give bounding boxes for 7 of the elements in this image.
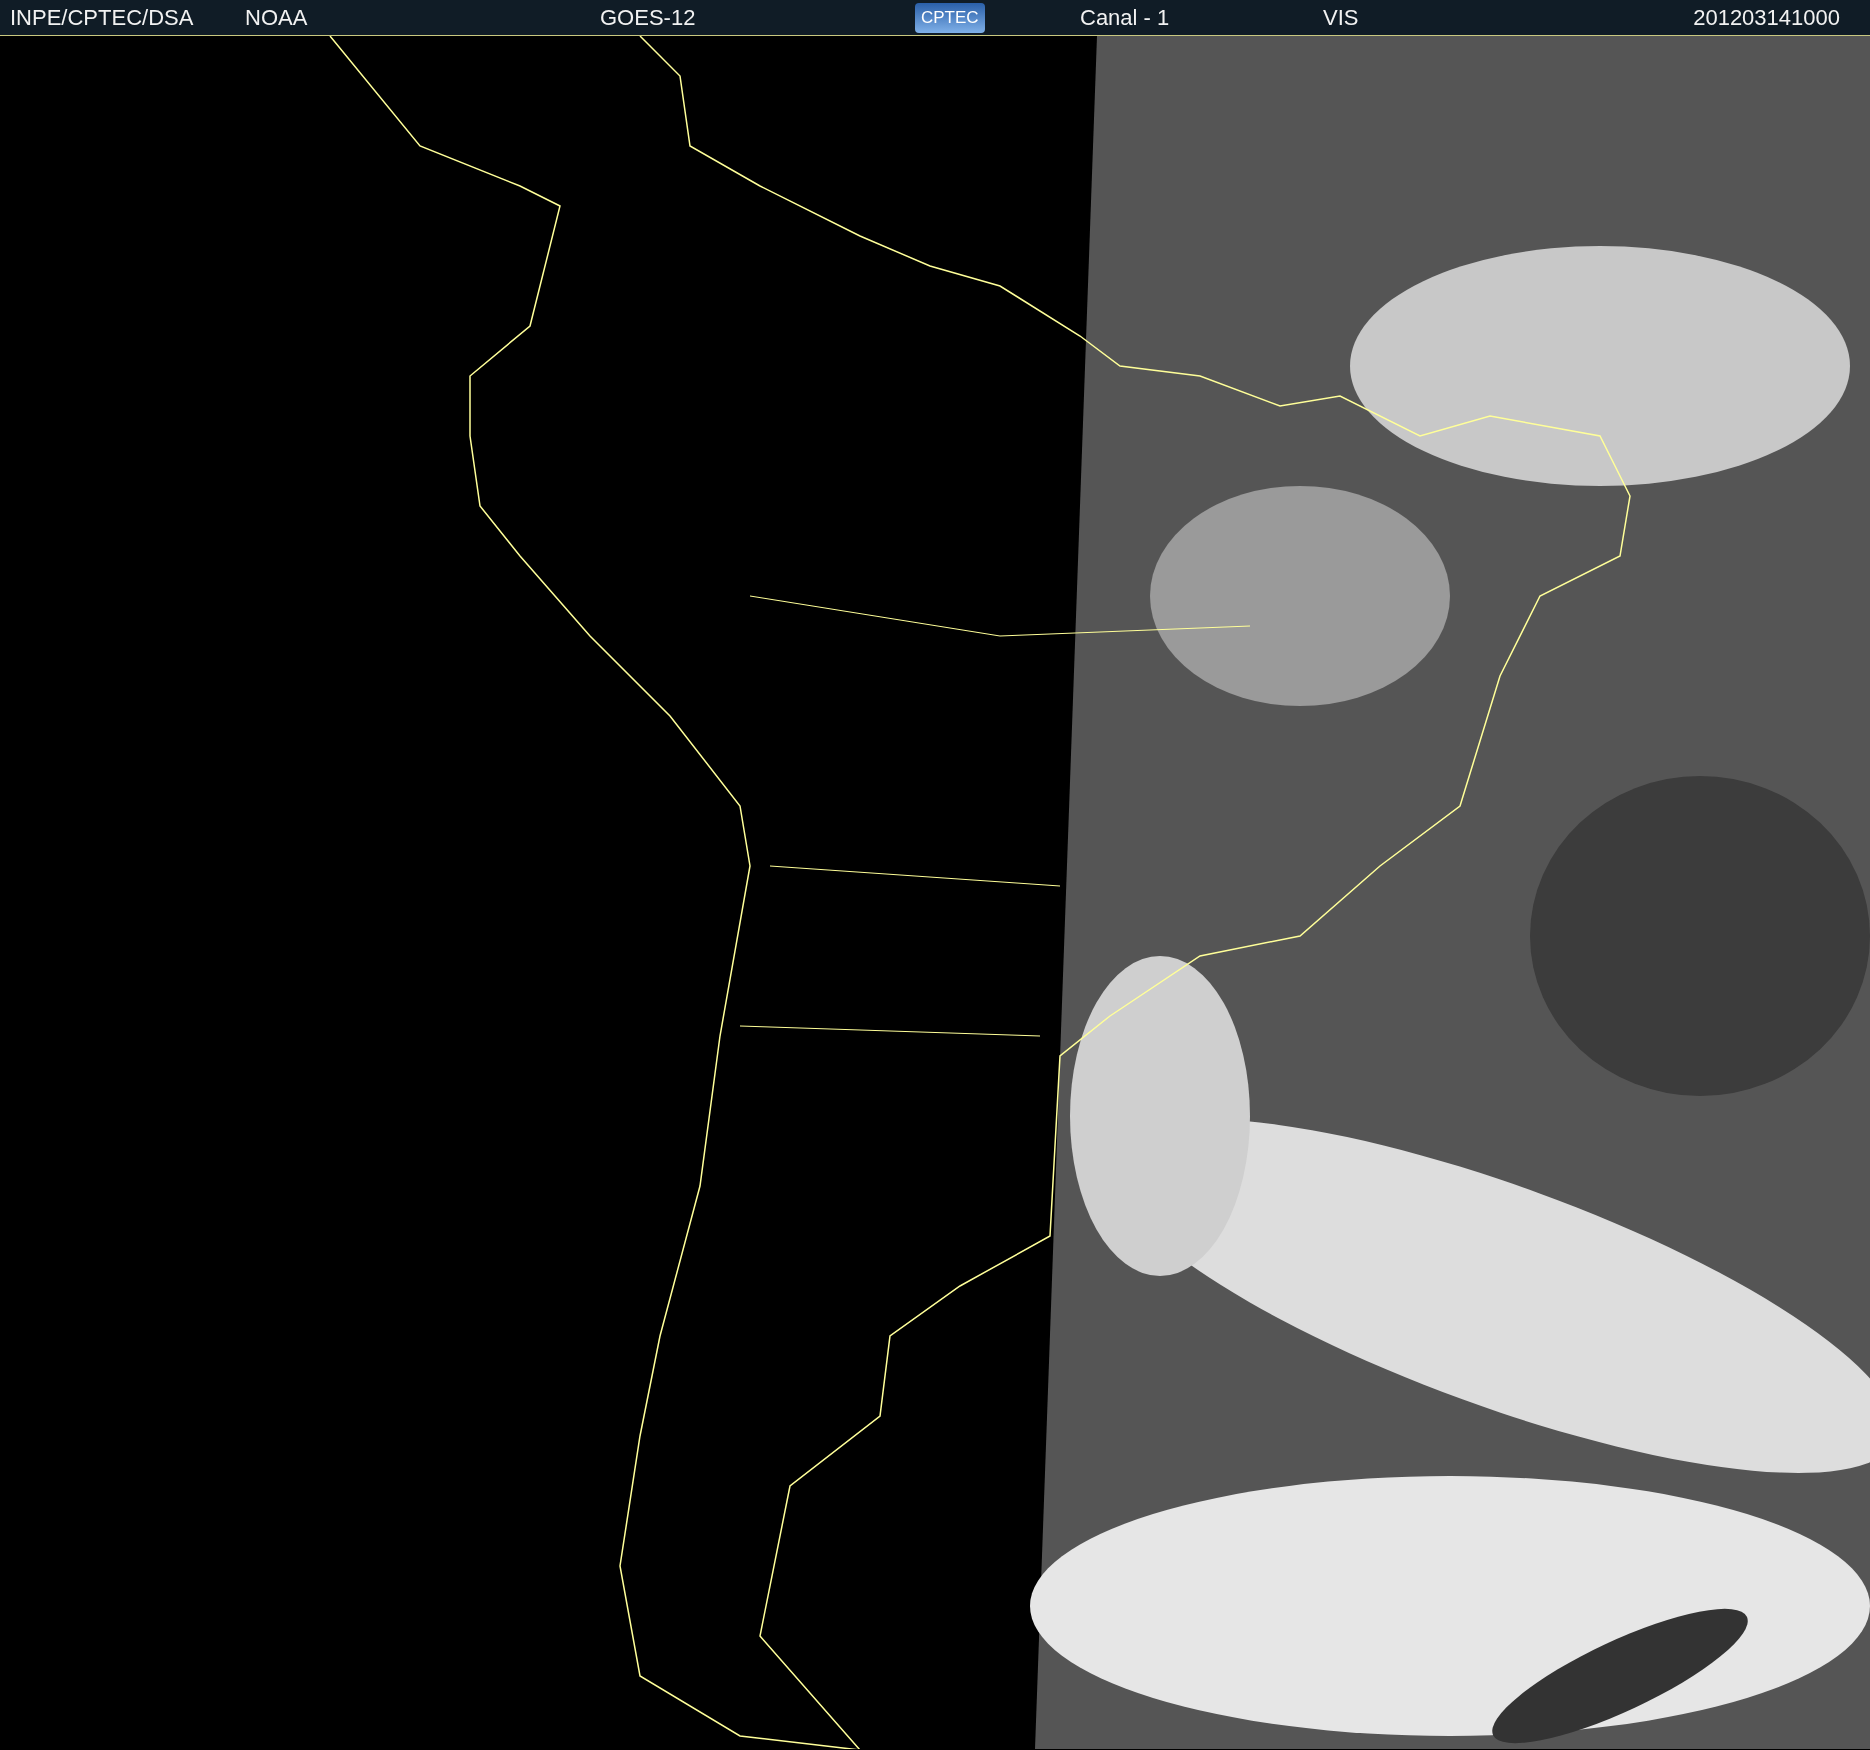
timestamp-label: 201203141000 bbox=[1693, 4, 1840, 31]
header-label: INPE/CPTEC/DSA bbox=[10, 4, 195, 31]
header-label: NOAA bbox=[245, 4, 309, 31]
logo: CPTEC bbox=[915, 2, 985, 33]
header-label: VIS bbox=[1323, 4, 1360, 31]
header-label: Canal - 1 bbox=[1080, 4, 1171, 31]
header-label: GOES-12 bbox=[600, 4, 697, 31]
